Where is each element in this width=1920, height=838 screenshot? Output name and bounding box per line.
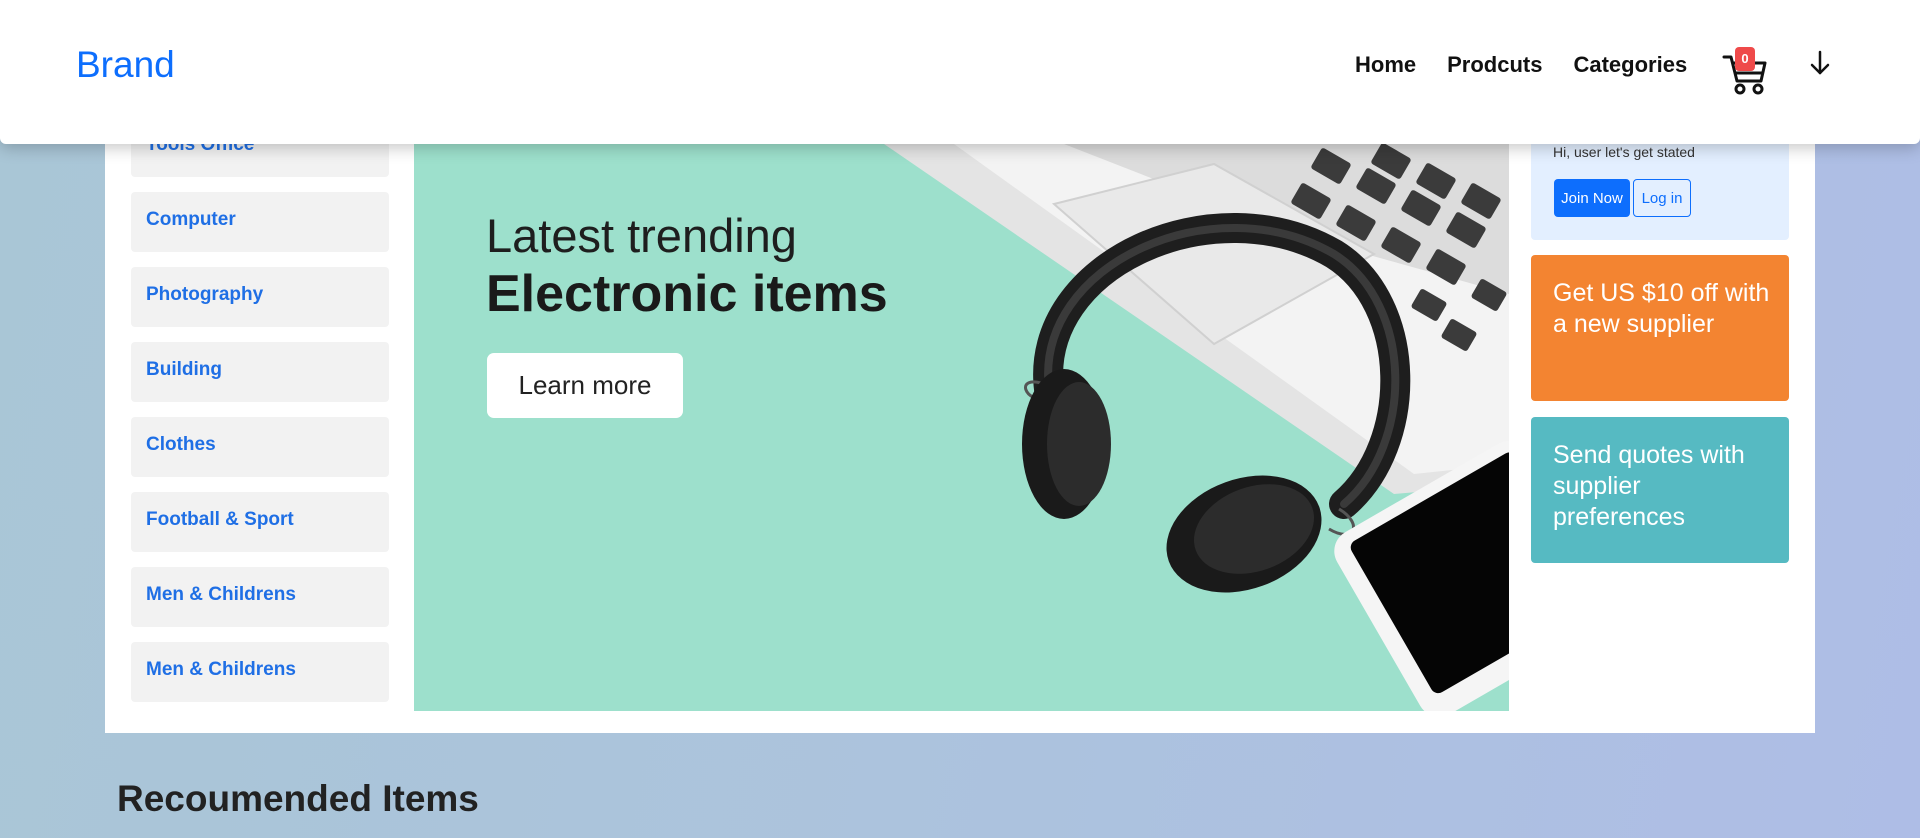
banner-subheadline: Electronic items bbox=[486, 265, 888, 323]
supplier-offer-card[interactable]: Get US $10 off with a new supplier bbox=[1531, 255, 1789, 401]
category-item-men-childrens-2[interactable]: Men & Childrens bbox=[131, 642, 389, 702]
cart-button[interactable]: 0 bbox=[1722, 47, 1768, 95]
nav-links: Home Prodcuts Categories bbox=[1355, 52, 1718, 78]
category-item-men-childrens[interactable]: Men & Childrens bbox=[131, 567, 389, 627]
category-label: Football & Sport bbox=[146, 509, 294, 530]
user-greeting: Hi, user let's get stated bbox=[1553, 144, 1695, 160]
learn-more-button[interactable]: Learn more bbox=[487, 353, 683, 418]
hero-banner: Latest trending Electronic items Learn m… bbox=[414, 144, 1509, 711]
cart-count-badge: 0 bbox=[1735, 47, 1755, 71]
top-navbar: Brand Home Prodcuts Categories 0 bbox=[0, 0, 1920, 144]
banner-headline: Latest trending bbox=[486, 209, 797, 262]
category-item-computer[interactable]: Computer bbox=[131, 192, 389, 252]
send-quotes-text: Send quotes with supplier preferences bbox=[1553, 441, 1745, 531]
category-label: Men & Childrens bbox=[146, 584, 296, 605]
join-now-button[interactable]: Join Now bbox=[1554, 179, 1630, 217]
nav-products-link[interactable]: Prodcuts bbox=[1447, 52, 1542, 78]
supplier-offer-text: Get US $10 off with a new supplier bbox=[1553, 279, 1770, 338]
nav-home-link[interactable]: Home bbox=[1355, 52, 1416, 78]
user-welcome-box: Hi, user let's get stated Join Now Log i… bbox=[1531, 132, 1789, 240]
category-label: Photography bbox=[146, 284, 264, 305]
category-label: Men & Childrens bbox=[146, 659, 296, 680]
category-item-photography[interactable]: Photography bbox=[131, 267, 389, 327]
category-item-clothes[interactable]: Clothes bbox=[131, 417, 389, 477]
category-label: Computer bbox=[146, 209, 236, 230]
login-button[interactable]: Log in bbox=[1633, 179, 1691, 217]
category-item-building[interactable]: Building bbox=[131, 342, 389, 402]
brand-logo[interactable]: Brand bbox=[76, 44, 175, 86]
arrow-down-icon[interactable] bbox=[1808, 50, 1832, 76]
recommended-items-title: Recoumended Items bbox=[117, 778, 479, 819]
category-item-football-sport[interactable]: Football & Sport bbox=[131, 492, 389, 552]
send-quotes-card[interactable]: Send quotes with supplier preferences bbox=[1531, 417, 1789, 563]
category-label: Clothes bbox=[146, 434, 216, 455]
nav-categories-link[interactable]: Categories bbox=[1573, 52, 1687, 78]
category-label: Building bbox=[146, 359, 222, 380]
